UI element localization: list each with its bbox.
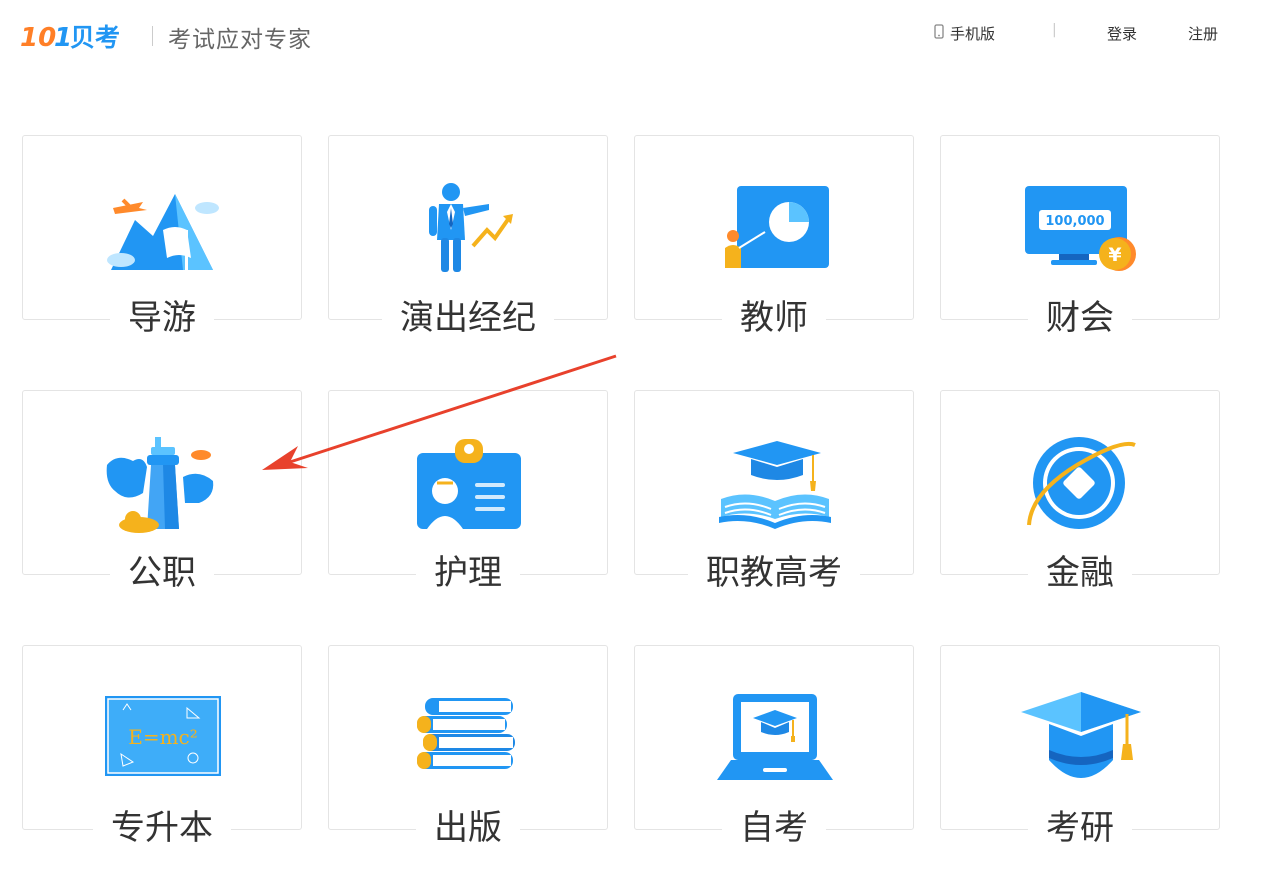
monitor-money-icon: 100,000 ¥	[1021, 178, 1141, 278]
login-link[interactable]: 登录	[1107, 23, 1137, 44]
category-label: 教师	[722, 296, 826, 340]
category-card-performance-agent[interactable]: 演出经纪	[328, 135, 608, 340]
formula-board-icon: E=mc²	[103, 688, 223, 788]
category-label: 财会	[1028, 296, 1132, 340]
graduation-cap-icon	[1021, 688, 1141, 788]
presenter-chart-icon	[409, 178, 529, 278]
category-label: 考研	[1028, 806, 1132, 850]
category-label: 护理	[416, 551, 520, 595]
category-label: 出版	[416, 806, 520, 850]
tower-clouds-icon	[103, 433, 223, 533]
category-card-vocational-exam[interactable]: 职教高考	[634, 390, 914, 595]
category-card-civil-service[interactable]: 公职	[22, 390, 302, 595]
laptop-cap-icon	[715, 688, 835, 788]
logo-divider	[152, 26, 153, 46]
category-label: 导游	[110, 296, 214, 340]
category-label: 专升本	[93, 806, 231, 850]
category-label: 演出经纪	[382, 296, 554, 340]
category-card-upgrade-degree[interactable]: E=mc² 专升本	[22, 645, 302, 850]
category-card-accounting[interactable]: 100,000 ¥ 财会	[940, 135, 1220, 340]
mountain-flag-icon	[103, 178, 223, 278]
category-label: 公职	[110, 551, 214, 595]
yuan-symbol: ¥	[1108, 244, 1121, 266]
phone-icon	[934, 24, 944, 43]
book-cap-icon	[715, 433, 835, 533]
category-card-teacher[interactable]: 教师	[634, 135, 914, 340]
category-card-postgraduate[interactable]: 考研	[940, 645, 1220, 850]
slogan: 考试应对专家	[168, 27, 312, 53]
teacher-board-icon	[715, 178, 835, 278]
book-stack-icon	[409, 688, 529, 788]
monitor-amount: 100,000	[1045, 214, 1104, 229]
orbit-coin-icon	[1021, 433, 1141, 533]
category-label: 职教高考	[688, 551, 860, 595]
category-card-publishing[interactable]: 出版	[328, 645, 608, 850]
mobile-version-link[interactable]: 手机版	[934, 23, 995, 44]
mobile-version-label: 手机版	[950, 25, 996, 43]
register-link[interactable]: 注册	[1188, 23, 1218, 44]
header: 10 1 贝考 考试应对专家 手机版 | 登录 注册	[0, 0, 1262, 72]
formula-text: E=mc²	[128, 725, 198, 749]
category-card-finance[interactable]: 金融	[940, 390, 1220, 595]
category-card-nursing[interactable]: 护理	[328, 390, 608, 595]
brand-logo[interactable]: 10 1 贝考	[20, 18, 132, 54]
category-label: 金融	[1028, 551, 1132, 595]
category-card-self-study-exam[interactable]: 自考	[634, 645, 914, 850]
svg-text:贝考: 贝考	[70, 23, 120, 52]
category-label: 自考	[722, 806, 826, 850]
nav-separator: |	[1052, 22, 1057, 38]
category-card-tour-guide[interactable]: 导游	[22, 135, 302, 340]
nurse-badge-icon	[409, 433, 529, 533]
svg-text:10: 10	[20, 23, 56, 53]
